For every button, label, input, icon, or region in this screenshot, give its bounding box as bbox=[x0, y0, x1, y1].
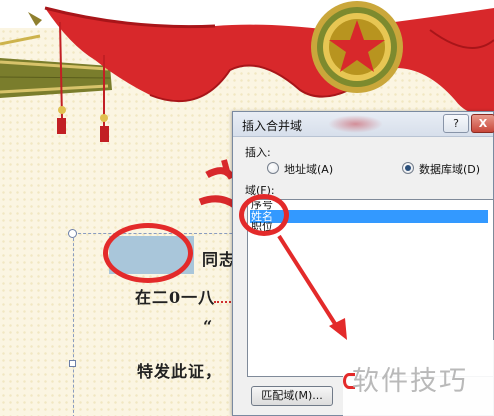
insert-label: 插入: bbox=[245, 146, 271, 159]
doc-line-4: 特发此证， bbox=[137, 362, 223, 381]
radio-address-label[interactable]: 地址域(A) bbox=[284, 161, 333, 177]
radio-address-field[interactable] bbox=[267, 162, 279, 174]
doc-line-2: 在二0一八 bbox=[135, 288, 216, 307]
annotation-arrow bbox=[277, 234, 347, 340]
match-fields-button[interactable]: 匹配域(M)... bbox=[251, 386, 333, 406]
resize-handle-top-left[interactable] bbox=[68, 229, 77, 238]
title-smudge bbox=[328, 115, 383, 133]
emblem bbox=[311, 1, 403, 93]
red-drape bbox=[44, 6, 494, 115]
radio-database-field[interactable] bbox=[402, 162, 414, 174]
doc-line-3: “ bbox=[203, 317, 214, 336]
spelling-squiggle bbox=[214, 300, 234, 303]
annotation-circle-field bbox=[103, 223, 193, 283]
olive-band bbox=[0, 58, 112, 98]
doc-line-1: 同志 bbox=[202, 250, 237, 269]
dialog-titlebar[interactable]: 插入合并域 ? X bbox=[233, 112, 494, 137]
close-button[interactable]: X bbox=[471, 114, 494, 133]
radio-selected-dot bbox=[405, 165, 411, 171]
resize-handle-left[interactable] bbox=[69, 360, 76, 367]
help-button[interactable]: ? bbox=[443, 114, 469, 133]
annotation-circle-list bbox=[239, 194, 289, 236]
radio-database-label[interactable]: 数据库域(D) bbox=[419, 161, 480, 177]
watermark-text: 软件技巧 bbox=[352, 366, 468, 397]
certificate-title-fragment bbox=[198, 159, 239, 209]
gold-ribbon bbox=[0, 12, 42, 46]
dialog-title: 插入合并域 bbox=[242, 119, 303, 133]
